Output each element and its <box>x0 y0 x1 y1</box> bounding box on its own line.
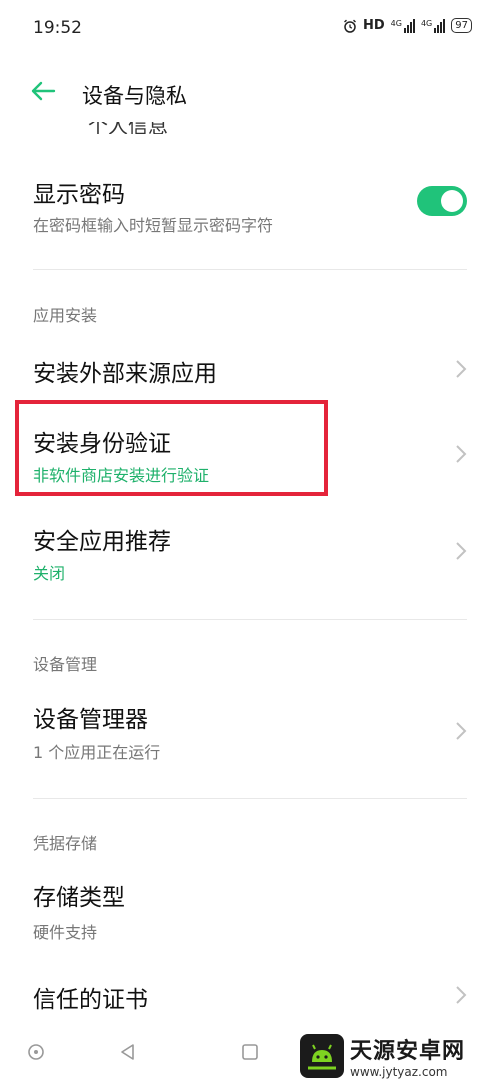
watermark-text: 天源安卓网 www.jytyaz.com <box>350 1033 465 1079</box>
nav-assistant-icon[interactable] <box>26 1042 46 1062</box>
hd-icon: HD <box>363 18 385 33</box>
page-title: 设备与隐私 <box>82 84 187 108</box>
battery-icon: 97 <box>451 18 472 33</box>
section-header-app-install: 应用安装 <box>33 306 98 325</box>
back-arrow-icon[interactable] <box>28 76 58 106</box>
item-title: 信任的证书 <box>33 987 148 1013</box>
chevron-right-icon <box>456 986 467 1004</box>
item-title: 安装外部来源应用 <box>33 361 217 387</box>
watermark: 天源安卓网 www.jytyaz.com <box>300 1028 500 1084</box>
app-header: 设备与隐私 <box>0 62 500 124</box>
toggle-knob <box>441 190 463 212</box>
divider <box>33 619 467 620</box>
status-icons: HD 4G 4G 97 <box>343 18 472 33</box>
partial-item: 个人信息 <box>88 122 168 134</box>
item-subtitle: 1 个应用正在运行 <box>33 743 161 762</box>
item-title: 设备管理器 <box>33 707 148 733</box>
storage-type-item[interactable]: 存储类型 硬件支持 <box>0 868 500 948</box>
status-time: 19:52 <box>33 18 82 38</box>
device-admin-item[interactable]: 设备管理器 1 个应用正在运行 <box>0 690 500 780</box>
nav-back-icon[interactable] <box>118 1042 138 1062</box>
android-logo-icon <box>300 1034 344 1078</box>
security-recommend-item[interactable]: 安全应用推荐 关闭 <box>0 510 500 600</box>
divider <box>33 269 467 270</box>
install-external-item[interactable]: 安装外部来源应用 <box>0 340 500 400</box>
signal-icon-2: 4G <box>421 18 446 33</box>
show-password-toggle[interactable] <box>417 186 467 216</box>
chevron-right-icon <box>456 360 467 378</box>
watermark-name: 天源安卓网 <box>350 1039 466 1064</box>
chevron-right-icon <box>456 542 467 560</box>
status-bar: 19:52 HD 4G 4G 97 <box>0 0 500 60</box>
item-subtitle: 在密码框输入时短暂显示密码字符 <box>33 216 274 235</box>
item-title: 存储类型 <box>33 885 125 911</box>
section-header-credential-storage: 凭据存储 <box>33 834 98 853</box>
signal-icon-1: 4G <box>391 18 415 33</box>
item-subtitle: 关闭 <box>33 564 66 583</box>
item-title: 显示密码 <box>33 182 125 208</box>
divider <box>33 798 467 799</box>
item-title: 安全应用推荐 <box>33 529 171 555</box>
item-subtitle: 硬件支持 <box>33 923 98 942</box>
trusted-certs-item[interactable]: 信任的证书 <box>0 968 500 1024</box>
watermark-url: www.jytyaz.com <box>350 1065 448 1079</box>
alarm-icon <box>344 19 356 33</box>
section-header-device-mgmt: 设备管理 <box>33 655 98 674</box>
chevron-right-icon <box>456 722 467 740</box>
chevron-right-icon <box>456 445 467 463</box>
nav-home-icon[interactable] <box>240 1042 260 1062</box>
highlight-box <box>15 400 328 496</box>
